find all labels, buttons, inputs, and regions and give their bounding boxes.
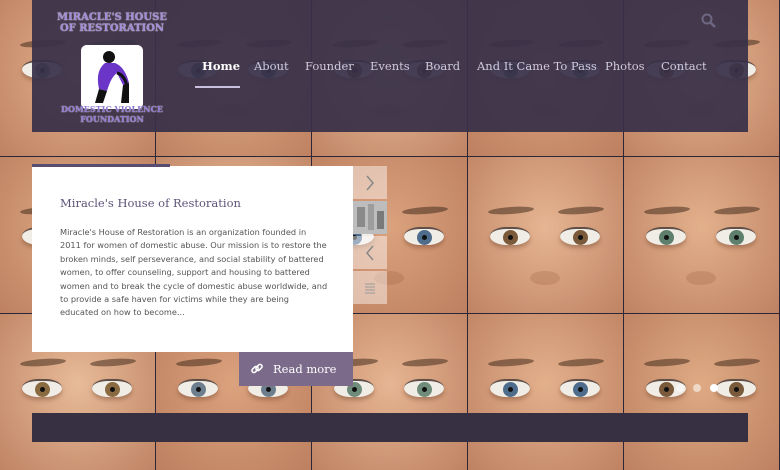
nav-contact[interactable]: Contact	[661, 59, 707, 73]
feature-body: Miracle's House of Restoration is an org…	[60, 227, 328, 318]
read-more-label: Read more	[273, 362, 337, 376]
slider-side-controls	[353, 166, 387, 304]
nav-and-it-came-to-pass[interactable]: And It Came To Pass	[477, 59, 597, 73]
site-header: MIRACLE'S HOUSE OF RESTORATION DOMESTIC …	[32, 0, 748, 132]
chevron-right-icon	[366, 175, 374, 191]
face-tile	[468, 157, 623, 313]
thumbnail-image	[353, 201, 387, 234]
active-nav-underline	[195, 86, 240, 88]
bottom-bar	[32, 413, 748, 442]
nav-home[interactable]: Home	[202, 59, 240, 73]
logo-top-text: MIRACLE'S HOUSE OF RESTORATION	[57, 12, 167, 34]
link-icon	[251, 363, 263, 374]
slider-prev-button[interactable]	[353, 236, 387, 269]
slider-next-button[interactable]	[353, 166, 387, 199]
slider-thumbnail[interactable]	[353, 201, 387, 234]
slider-dot[interactable]	[693, 384, 701, 392]
site-logo[interactable]: MIRACLE'S HOUSE OF RESTORATION DOMESTIC …	[56, 12, 168, 130]
feature-card: Miracle's House of Restoration Miracle's…	[32, 164, 353, 352]
nav-founder[interactable]: Founder	[305, 59, 354, 73]
search-icon[interactable]	[700, 12, 718, 30]
read-more-button[interactable]: Read more	[239, 352, 353, 386]
face-tile	[468, 314, 623, 470]
nav-board[interactable]: Board	[425, 59, 460, 73]
list-icon	[365, 283, 375, 294]
nav-events[interactable]: Events	[370, 59, 410, 73]
logo-figure-icon	[81, 45, 143, 109]
slider-dots	[676, 384, 726, 394]
feature-title[interactable]: Miracle's House of Restoration	[60, 196, 241, 210]
nav-about[interactable]: About	[254, 59, 289, 73]
logo-bottom-text: DOMESTIC VIOLENCE FOUNDATION	[61, 104, 163, 124]
nav-photos[interactable]: Photos	[605, 59, 645, 73]
chevron-left-icon	[366, 245, 374, 261]
slider-dot[interactable]	[710, 384, 718, 392]
face-tile	[624, 157, 779, 313]
slider-dot[interactable]	[676, 384, 684, 392]
slider-list-button[interactable]	[353, 271, 387, 304]
card-accent-bar	[32, 164, 170, 167]
